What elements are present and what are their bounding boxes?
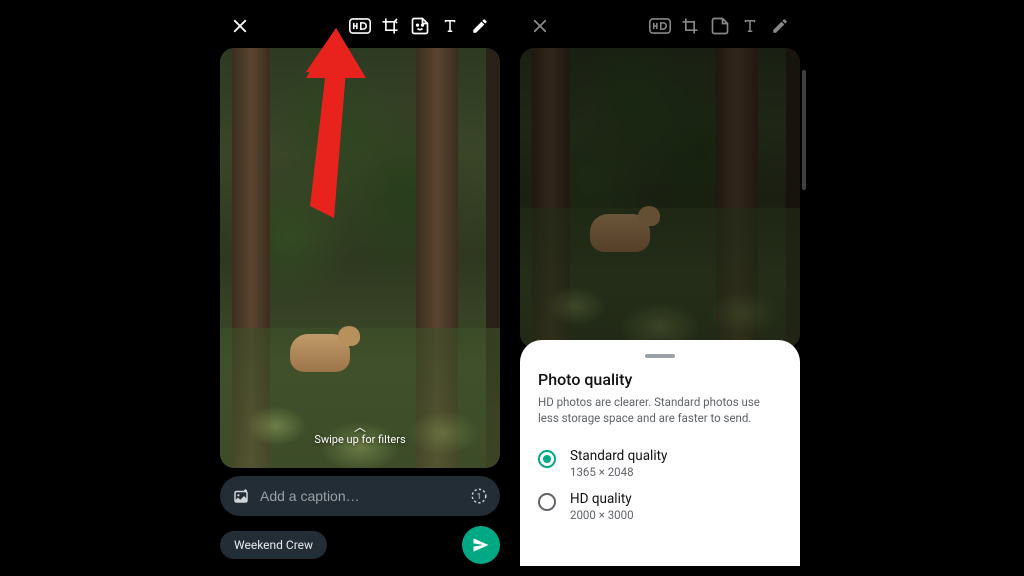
photo-quality-sheet: Photo quality HD photos are clearer. Sta… bbox=[520, 340, 800, 566]
close-icon[interactable] bbox=[526, 12, 554, 40]
editor-toolbar bbox=[220, 10, 500, 42]
svg-text:1: 1 bbox=[477, 492, 482, 502]
option-resolution: 2000 × 3000 bbox=[570, 508, 634, 522]
draw-icon[interactable] bbox=[466, 12, 494, 40]
editor-toolbar-dimmed bbox=[520, 10, 800, 42]
crop-rotate-icon[interactable] bbox=[676, 12, 704, 40]
scrollbar[interactable] bbox=[802, 70, 806, 190]
quality-option-hd[interactable]: HD quality 2000 × 3000 bbox=[538, 485, 782, 528]
send-button[interactable] bbox=[462, 526, 500, 564]
radio-selected-icon bbox=[538, 450, 556, 468]
recipient-label: Weekend Crew bbox=[234, 538, 313, 552]
option-label: Standard quality bbox=[570, 448, 667, 464]
editor-screen-left: ︿ Swipe up for filters 1 Weekend Crew bbox=[220, 10, 500, 566]
gallery-add-icon[interactable] bbox=[232, 487, 250, 505]
draw-icon[interactable] bbox=[766, 12, 794, 40]
option-resolution: 1365 × 2048 bbox=[570, 465, 667, 479]
option-label: HD quality bbox=[570, 491, 634, 507]
recipient-chip[interactable]: Weekend Crew bbox=[220, 531, 327, 559]
editor-screen-right: Photo quality HD photos are clearer. Sta… bbox=[520, 10, 800, 566]
hd-icon[interactable] bbox=[346, 12, 374, 40]
quality-option-standard[interactable]: Standard quality 1365 × 2048 bbox=[538, 442, 782, 485]
text-icon[interactable] bbox=[736, 12, 764, 40]
chevron-up-icon: ︿ bbox=[220, 423, 500, 431]
swipe-hint-label: Swipe up for filters bbox=[314, 433, 405, 446]
caption-bar: 1 bbox=[220, 476, 500, 516]
radio-unselected-icon bbox=[538, 493, 556, 511]
photo-preview[interactable]: ︿ Swipe up for filters bbox=[220, 48, 500, 468]
close-icon[interactable] bbox=[226, 12, 254, 40]
crop-rotate-icon[interactable] bbox=[376, 12, 404, 40]
caption-input[interactable] bbox=[260, 488, 460, 504]
text-icon[interactable] bbox=[436, 12, 464, 40]
sheet-description: HD photos are clearer. Standard photos u… bbox=[538, 395, 782, 426]
sticker-icon[interactable] bbox=[406, 12, 434, 40]
photo-subject-bear bbox=[290, 334, 350, 372]
swipe-filters-hint[interactable]: ︿ Swipe up for filters bbox=[220, 423, 500, 446]
photo-preview-dimmed bbox=[520, 48, 800, 348]
sticker-icon[interactable] bbox=[706, 12, 734, 40]
view-once-icon[interactable]: 1 bbox=[470, 487, 488, 505]
sheet-title: Photo quality bbox=[538, 370, 782, 389]
sheet-drag-handle[interactable] bbox=[645, 354, 675, 358]
send-row: Weekend Crew bbox=[220, 526, 500, 564]
hd-icon[interactable] bbox=[646, 12, 674, 40]
